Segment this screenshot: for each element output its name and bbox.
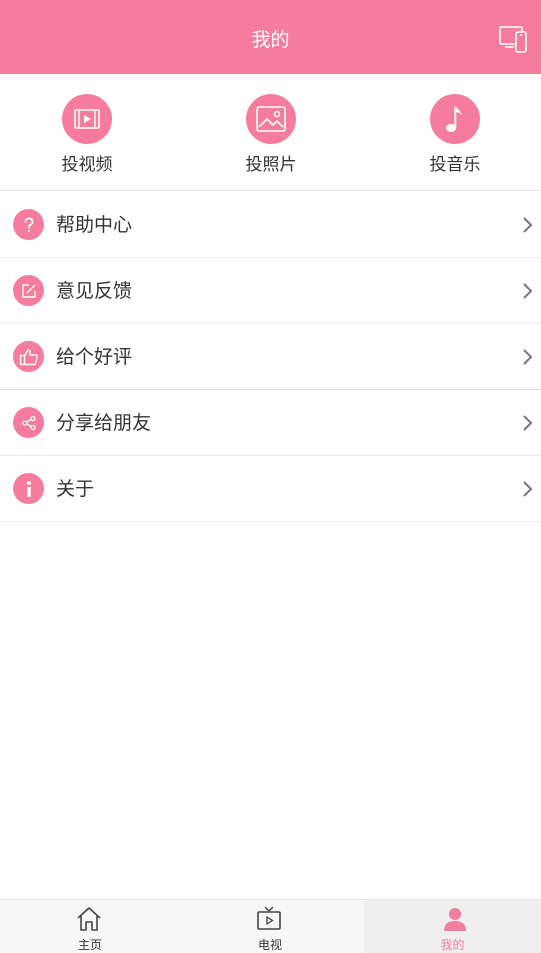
tab-label: 主页 (77, 938, 102, 952)
screen-cast-device-button[interactable] (499, 24, 529, 54)
screen-cast-device-icon (499, 26, 527, 53)
menu-item-share[interactable]: 分享给朋友 (0, 390, 541, 456)
menu-item-about[interactable]: 关于 (0, 456, 541, 522)
image-icon (256, 106, 286, 132)
menu-icon-circle (13, 209, 44, 240)
menu-label: 关于 (56, 478, 95, 500)
cast-video-circle (62, 94, 112, 144)
page-title: 我的 (251, 29, 290, 51)
menu-item-help-center[interactable]: 帮助中心 (0, 192, 541, 258)
menu-item-feedback[interactable]: 意见反馈 (0, 258, 541, 324)
tv-icon (257, 906, 281, 930)
chevron-right-icon (523, 415, 533, 431)
chevron-right-icon (523, 283, 533, 299)
video-icon (74, 109, 100, 129)
cast-photo-button[interactable]: 投照片 (216, 94, 326, 175)
menu-icon-circle (13, 341, 44, 372)
tab-tv[interactable]: 电视 (180, 900, 360, 953)
cast-options: 投视频 投照片 投音乐 (0, 74, 541, 191)
home-icon (77, 907, 101, 931)
chevron-right-icon (523, 349, 533, 365)
cast-music-circle (430, 94, 480, 144)
menu-icon-circle (13, 407, 44, 438)
bottom-tab-bar: 主页 电视 我的 (0, 899, 541, 953)
menu-icon-circle (13, 275, 44, 306)
music-note-icon (446, 107, 462, 132)
tab-mine[interactable]: 我的 (364, 900, 541, 953)
settings-menu: 帮助中心 意见反馈 给个好评 分享给朋友 关于 (0, 192, 541, 522)
tab-home[interactable]: 主页 (0, 900, 180, 953)
share-icon (21, 415, 36, 430)
cast-photo-label: 投照片 (245, 155, 297, 175)
top-bar: 我的 (0, 0, 541, 74)
menu-label: 分享给朋友 (56, 412, 152, 434)
menu-label: 意见反馈 (56, 280, 133, 302)
cast-video-label: 投视频 (61, 155, 113, 175)
menu-item-rate-us[interactable]: 给个好评 (0, 324, 541, 390)
chevron-right-icon (523, 217, 533, 233)
cast-music-label: 投音乐 (429, 155, 481, 175)
user-icon (444, 908, 466, 931)
edit-icon (21, 283, 36, 298)
cast-video-button[interactable]: 投视频 (32, 94, 142, 175)
thumbs-up-icon (19, 348, 38, 365)
chevron-right-icon (523, 481, 533, 497)
menu-label: 帮助中心 (56, 214, 133, 236)
menu-label: 给个好评 (56, 346, 133, 368)
question-icon (24, 217, 33, 232)
info-icon (26, 480, 31, 497)
tab-label: 电视 (257, 938, 282, 952)
tab-label: 我的 (440, 938, 465, 952)
cast-photo-circle (246, 94, 296, 144)
cast-music-button[interactable]: 投音乐 (400, 94, 510, 175)
menu-icon-circle (13, 473, 44, 504)
